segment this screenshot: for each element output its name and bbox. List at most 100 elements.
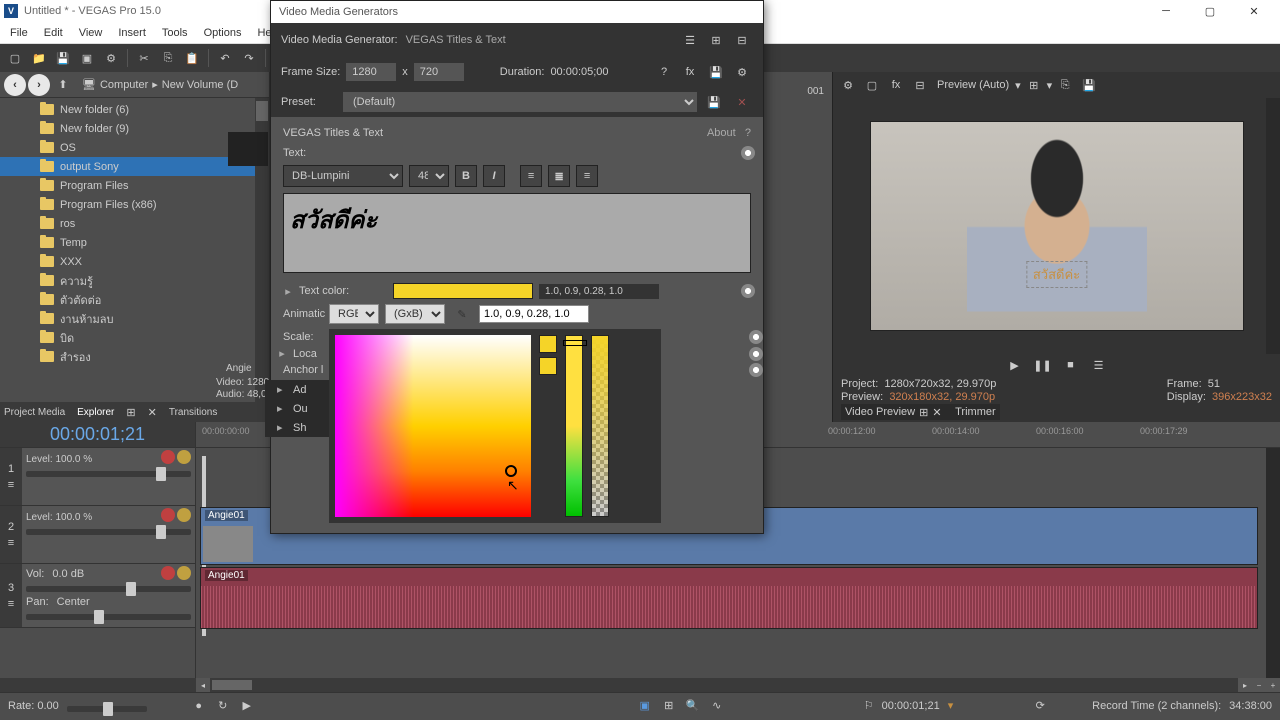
zoom-tool-icon[interactable]: 🔍 — [682, 695, 704, 717]
open-icon[interactable]: 📁 — [28, 47, 50, 69]
expand-icon[interactable]: ▸ — [277, 347, 287, 360]
tab-trimmer[interactable]: Trimmer — [955, 406, 996, 418]
size-select[interactable]: 48 — [409, 165, 449, 187]
hue-marker[interactable] — [563, 340, 587, 346]
help-link[interactable]: ? — [745, 127, 751, 139]
mute-icon[interactable] — [161, 450, 175, 464]
rate-slider[interactable] — [67, 706, 147, 712]
menu-file[interactable]: File — [2, 25, 36, 41]
zoom-out-icon[interactable]: − — [1252, 678, 1266, 692]
loop-region-icon[interactable]: ⟳ — [1029, 695, 1051, 717]
keyframe-pin-icon[interactable] — [749, 330, 763, 344]
edit-tool-icon[interactable]: ▣ — [634, 695, 656, 717]
color-cursor[interactable] — [505, 465, 517, 477]
play-icon[interactable]: ▶ — [1004, 354, 1026, 376]
preview-scrollbar[interactable] — [1266, 98, 1280, 354]
color-value[interactable]: 1.0, 0.9, 0.28, 1.0 — [539, 284, 659, 299]
tree-item[interactable]: Temp — [0, 233, 269, 252]
scroll-left-icon[interactable]: ◂ — [196, 678, 210, 692]
tree-item[interactable]: XXX — [0, 252, 269, 271]
play-start-icon[interactable]: ▶ — [236, 695, 258, 717]
tab-close-icon[interactable]: ✕ — [932, 406, 941, 419]
audio-clip[interactable]: Angie01 — [200, 567, 1258, 629]
view-grid-icon[interactable]: ⊞ — [705, 29, 727, 51]
tree-item[interactable]: ตัวตัดต่อ — [0, 290, 269, 309]
close-button[interactable]: ✕ — [1232, 0, 1276, 22]
scroll-right-icon[interactable]: ▸ — [1238, 678, 1252, 692]
tree-item[interactable]: ros — [0, 214, 269, 233]
tree-item[interactable]: งานห้ามลบ — [0, 309, 269, 328]
menu-insert[interactable]: Insert — [110, 25, 154, 41]
expand-icon[interactable]: ▸ — [277, 402, 287, 415]
keyframe-pin-icon[interactable] — [741, 284, 755, 298]
pause-icon[interactable]: ❚❚ — [1032, 354, 1054, 376]
level-slider[interactable] — [26, 529, 191, 535]
keyframe-pin-icon[interactable] — [741, 146, 755, 160]
eyedropper-icon[interactable]: ✎ — [451, 303, 473, 325]
fx-icon[interactable]: fx — [885, 74, 907, 96]
help-icon[interactable]: ? — [653, 61, 675, 83]
dropdown-icon[interactable]: ▾ — [1047, 79, 1053, 92]
duration-value[interactable]: 00:00:05;00 — [550, 66, 608, 78]
tab-project-media[interactable]: Project Media — [4, 407, 65, 418]
up-icon[interactable]: ⬆ — [52, 74, 74, 96]
tree-item[interactable]: ความรู้ — [0, 271, 269, 290]
fx-chain-icon[interactable]: fx — [679, 61, 701, 83]
tab-pin-icon[interactable]: ⊞ — [919, 406, 928, 419]
ext-monitor-icon[interactable]: ▢ — [861, 74, 883, 96]
track-header-2[interactable]: 2≡ Level: 100.0 % — [0, 506, 195, 564]
text-color-swatch[interactable] — [393, 283, 533, 299]
level-slider[interactable] — [26, 471, 191, 477]
menu-icon[interactable]: ☰ — [1088, 354, 1110, 376]
forward-button[interactable]: › — [28, 74, 50, 96]
redo-icon[interactable]: ↷ — [238, 47, 260, 69]
tree-item[interactable]: Program Files — [0, 176, 269, 195]
about-link[interactable]: About — [707, 127, 736, 139]
split-icon[interactable]: ⊟ — [909, 74, 931, 96]
save-snapshot-icon[interactable]: 💾 — [1078, 74, 1100, 96]
mute-icon[interactable] — [161, 508, 175, 522]
text-input[interactable]: สวัสดีค่ะ — [283, 193, 751, 273]
copy-icon[interactable]: ⎘ — [157, 47, 179, 69]
menu-view[interactable]: View — [71, 25, 111, 41]
expand-icon[interactable]: ▸ — [277, 383, 287, 396]
font-select[interactable]: DB-Lumpini — [283, 165, 403, 187]
overlay-icon[interactable]: ⊞ — [1023, 74, 1045, 96]
mute-icon[interactable] — [161, 566, 175, 580]
marker-icon[interactable]: ⚐ — [864, 699, 874, 712]
menu-tools[interactable]: Tools — [154, 25, 196, 41]
breadcrumb[interactable]: 🖥 Computer ▸ New Volume (D — [76, 78, 265, 91]
thumb-icon[interactable] — [228, 132, 268, 166]
gear-icon[interactable]: ⚙ — [837, 74, 859, 96]
new-icon[interactable]: ▢ — [4, 47, 26, 69]
hue-slider[interactable] — [565, 335, 583, 517]
timeline-h-scrollbar[interactable]: ◂ ▸ − + — [0, 678, 1280, 692]
save-icon[interactable]: 💾 — [703, 91, 725, 113]
text-overlay[interactable]: สวัสดีค่ะ — [1026, 261, 1087, 288]
align-left-icon[interactable]: ≡ — [520, 165, 542, 187]
tab-pin-icon[interactable]: ⊞ — [126, 406, 135, 419]
paste-icon[interactable]: 📋 — [181, 47, 203, 69]
vol-slider[interactable] — [26, 586, 191, 592]
tab-transitions[interactable]: Transitions — [169, 407, 218, 418]
expand-icon[interactable]: ▸ — [283, 285, 293, 298]
track-header-1[interactable]: 1≡ Level: 100.0 % — [0, 448, 195, 506]
solo-icon[interactable] — [177, 508, 191, 522]
loop-icon[interactable]: ↻ — [212, 695, 234, 717]
color-input[interactable] — [479, 305, 589, 323]
chevron-down-icon[interactable]: ▾ — [948, 699, 954, 712]
select-tool-icon[interactable]: ⊞ — [658, 695, 680, 717]
render-icon[interactable]: ▣ — [76, 47, 98, 69]
expand-icon[interactable]: ▸ — [277, 421, 287, 434]
alpha-slider[interactable] — [591, 335, 609, 517]
dropdown-icon[interactable]: ▾ — [1015, 79, 1021, 92]
tree-item[interactable]: New folder (6) — [0, 100, 269, 119]
tab-close-icon[interactable]: ✕ — [148, 406, 157, 419]
delete-icon[interactable]: ✕ — [731, 91, 753, 113]
back-button[interactable]: ‹ — [4, 74, 26, 96]
save-preset-icon[interactable]: 💾 — [705, 61, 727, 83]
tree-item[interactable]: Program Files (x86) — [0, 195, 269, 214]
view-list-icon[interactable]: ☰ — [679, 29, 701, 51]
maximize-button[interactable]: ▢ — [1188, 0, 1232, 22]
preset-select[interactable]: (Default) — [343, 92, 697, 112]
